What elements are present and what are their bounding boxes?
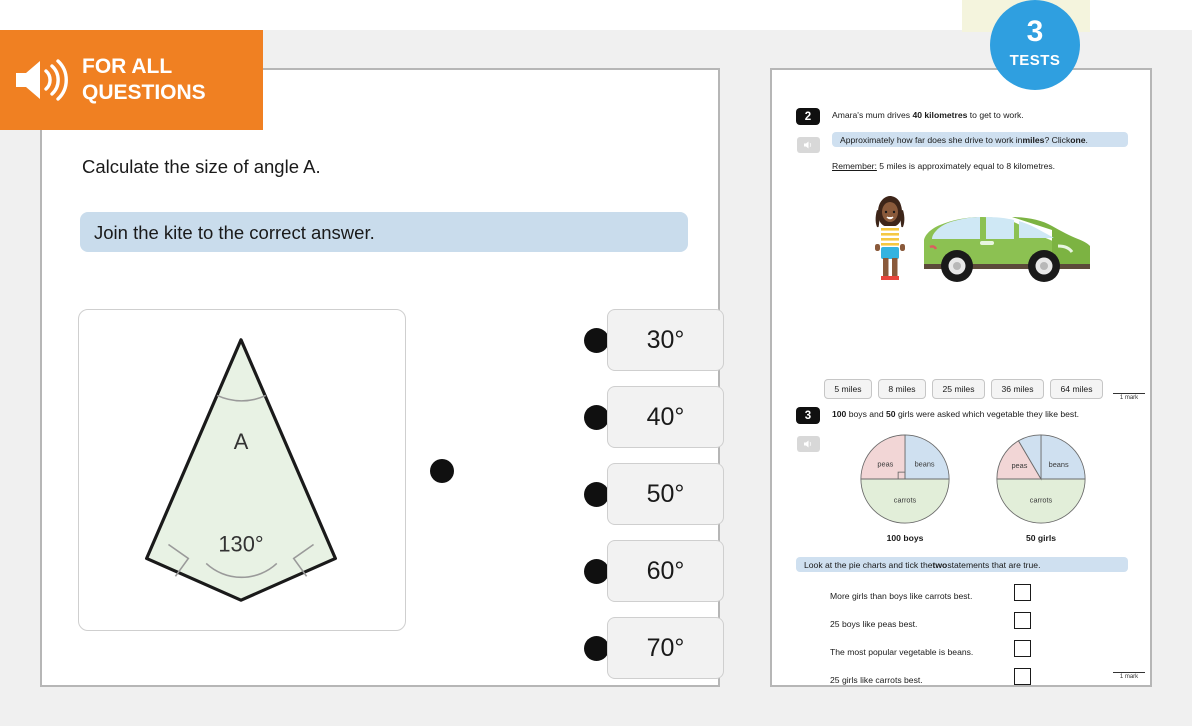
answer-option-button[interactable]: 40° [607,386,724,448]
speaker-icon [16,59,68,101]
q2-stem-before: Amara's mum drives [832,110,913,120]
mark-label: 1 mark [1119,674,1139,680]
svg-text:beans: beans [915,459,935,468]
speaker-icon-glyph [803,440,811,448]
kite-connector-dot[interactable] [430,459,454,483]
q2-stem-bold: 40 kilometres [912,110,968,120]
question-3-mark-indicator: 1 mark [1113,672,1145,680]
q3-instr-b: statements that are true. [947,559,1041,570]
answer-option-row[interactable]: 50° [569,463,724,525]
miles-option-button[interactable]: 64 miles [1050,379,1103,399]
question-3-instruction-banner: Look at the pie charts and tick the two … [796,557,1128,572]
svg-text:130°: 130° [218,531,263,556]
q2-instr-bold2: one [1070,134,1086,145]
q3-stem-bold2: 50 [886,409,896,419]
answer-option-button[interactable]: 60° [607,540,724,602]
statement-text: The most popular vegetable is beans. [830,647,974,657]
answer-connector-dot[interactable] [584,482,609,507]
miles-option-button[interactable]: 8 miles [878,379,926,399]
statement-text: 25 girls like carrots best. [830,675,923,685]
pie-chart-boys: peas beans carrots [860,434,950,524]
q2-instr-a: Approximately how far does she drive to … [840,134,1023,145]
q3-stem-bold1: 100 [832,409,847,419]
statement-text: 25 boys like peas best. [830,619,918,629]
question-2-remember-note: Remember: 5 miles is approximately equal… [832,161,1055,171]
worksheet-sheet: 2 Amara's mum drives 40 kilometres to ge… [780,78,1145,685]
pie-chart-girls-caption: 50 girls [1025,533,1057,543]
answer-option-row[interactable]: 40° [569,386,724,448]
answer-option-button[interactable]: 50° [607,463,724,525]
q3-instr-a: Look at the pie charts and tick the [804,559,933,570]
svg-text:peas: peas [877,459,893,468]
q2-instr-c: . [1085,134,1088,145]
mark-rule [1113,393,1145,394]
question-text-line-2: Calculate the size of angle A. [82,156,321,177]
remember-text: 5 miles is approximately equal to 8 kilo… [876,161,1056,171]
answer-option-button[interactable]: 30° [607,309,724,371]
question-2-instruction-banner: Approximately how far does she drive to … [832,132,1128,147]
girl-figure [875,196,905,280]
question-2-mark-indicator: 1 mark [1113,393,1145,401]
answer-connector-dot[interactable] [584,636,609,661]
left-question-panel: angles in this kite. Calculate the size … [40,68,724,687]
miles-option-button[interactable]: 36 miles [991,379,1044,399]
question-3-speaker-icon[interactable] [797,436,820,452]
answer-option-row[interactable]: 60° [569,540,724,602]
question-2-speaker-icon[interactable] [797,137,820,153]
svg-text:carrots: carrots [894,496,917,505]
statement-checkbox[interactable] [1014,640,1031,657]
speaker-icon-glyph [803,141,811,149]
svg-text:beans: beans [1049,460,1069,469]
statement-checkbox[interactable] [1014,668,1031,685]
answer-connector-dot[interactable] [584,405,609,430]
q2-instr-bold1: miles [1022,134,1045,145]
audio-badge-line-1: FOR ALL [82,55,173,79]
q3-stem-mid1: boys and [846,409,886,419]
girl-and-green-car-illustration [875,196,1090,282]
kite-shape-svg: A 130° [145,338,338,602]
statement-checkbox[interactable] [1014,584,1031,601]
answer-option-button[interactable]: 70° [607,617,724,679]
answer-option-row[interactable]: 70° [569,617,724,679]
mark-rule [1113,672,1145,673]
pie-chart-boys-caption: 100 boys [886,533,924,543]
q2-instr-b: ? Click [1044,134,1071,145]
remember-lead: Remember: [832,161,877,171]
miles-option-button[interactable]: 25 miles [932,379,985,399]
audio-badge-label: FOR ALL QUESTIONS [82,54,206,105]
answer-connector-dot[interactable] [584,559,609,584]
green-car [924,217,1090,282]
q2-stem-after: to get to work. [967,110,1024,120]
for-all-questions-audio-badge[interactable]: FOR ALL QUESTIONS [0,30,263,130]
join-instruction-text: Join the kite to the correct answer. [94,222,375,243]
kite-diagram-box[interactable]: A 130° [78,309,406,631]
tests-count-badge: 3 TESTS [990,0,1080,90]
answer-option-row[interactable]: 30° [569,309,724,371]
q3-instr-bold: two [932,559,948,570]
question-3-stem: 100 boys and 50 girls were asked which v… [832,409,1079,419]
svg-text:carrots: carrots [1030,496,1053,505]
question-2-number: 2 [796,108,820,125]
tests-badge-label: TESTS [1009,52,1061,69]
pie-chart-girls: peas beans carrots [996,434,1086,524]
question-3-number: 3 [796,407,820,424]
question-2-stem: Amara's mum drives 40 kilometres to get … [832,110,1024,120]
q3-stem-after: girls were asked which vegetable they li… [895,409,1079,419]
answer-connector-dot[interactable] [584,328,609,353]
svg-text:A: A [234,429,249,454]
statement-text: More girls than boys like carrots best. [830,591,973,601]
svg-text:peas: peas [1011,461,1027,470]
mark-label: 1 mark [1119,395,1139,401]
miles-option-button[interactable]: 5 miles [824,379,872,399]
tests-badge-number: 3 [1026,15,1044,48]
audio-badge-line-2: QUESTIONS [82,81,206,104]
join-instruction-banner: Join the kite to the correct answer. [80,212,688,252]
right-worksheet-panel: 2 Amara's mum drives 40 kilometres to ge… [770,68,1152,687]
statement-checkbox[interactable] [1014,612,1031,629]
